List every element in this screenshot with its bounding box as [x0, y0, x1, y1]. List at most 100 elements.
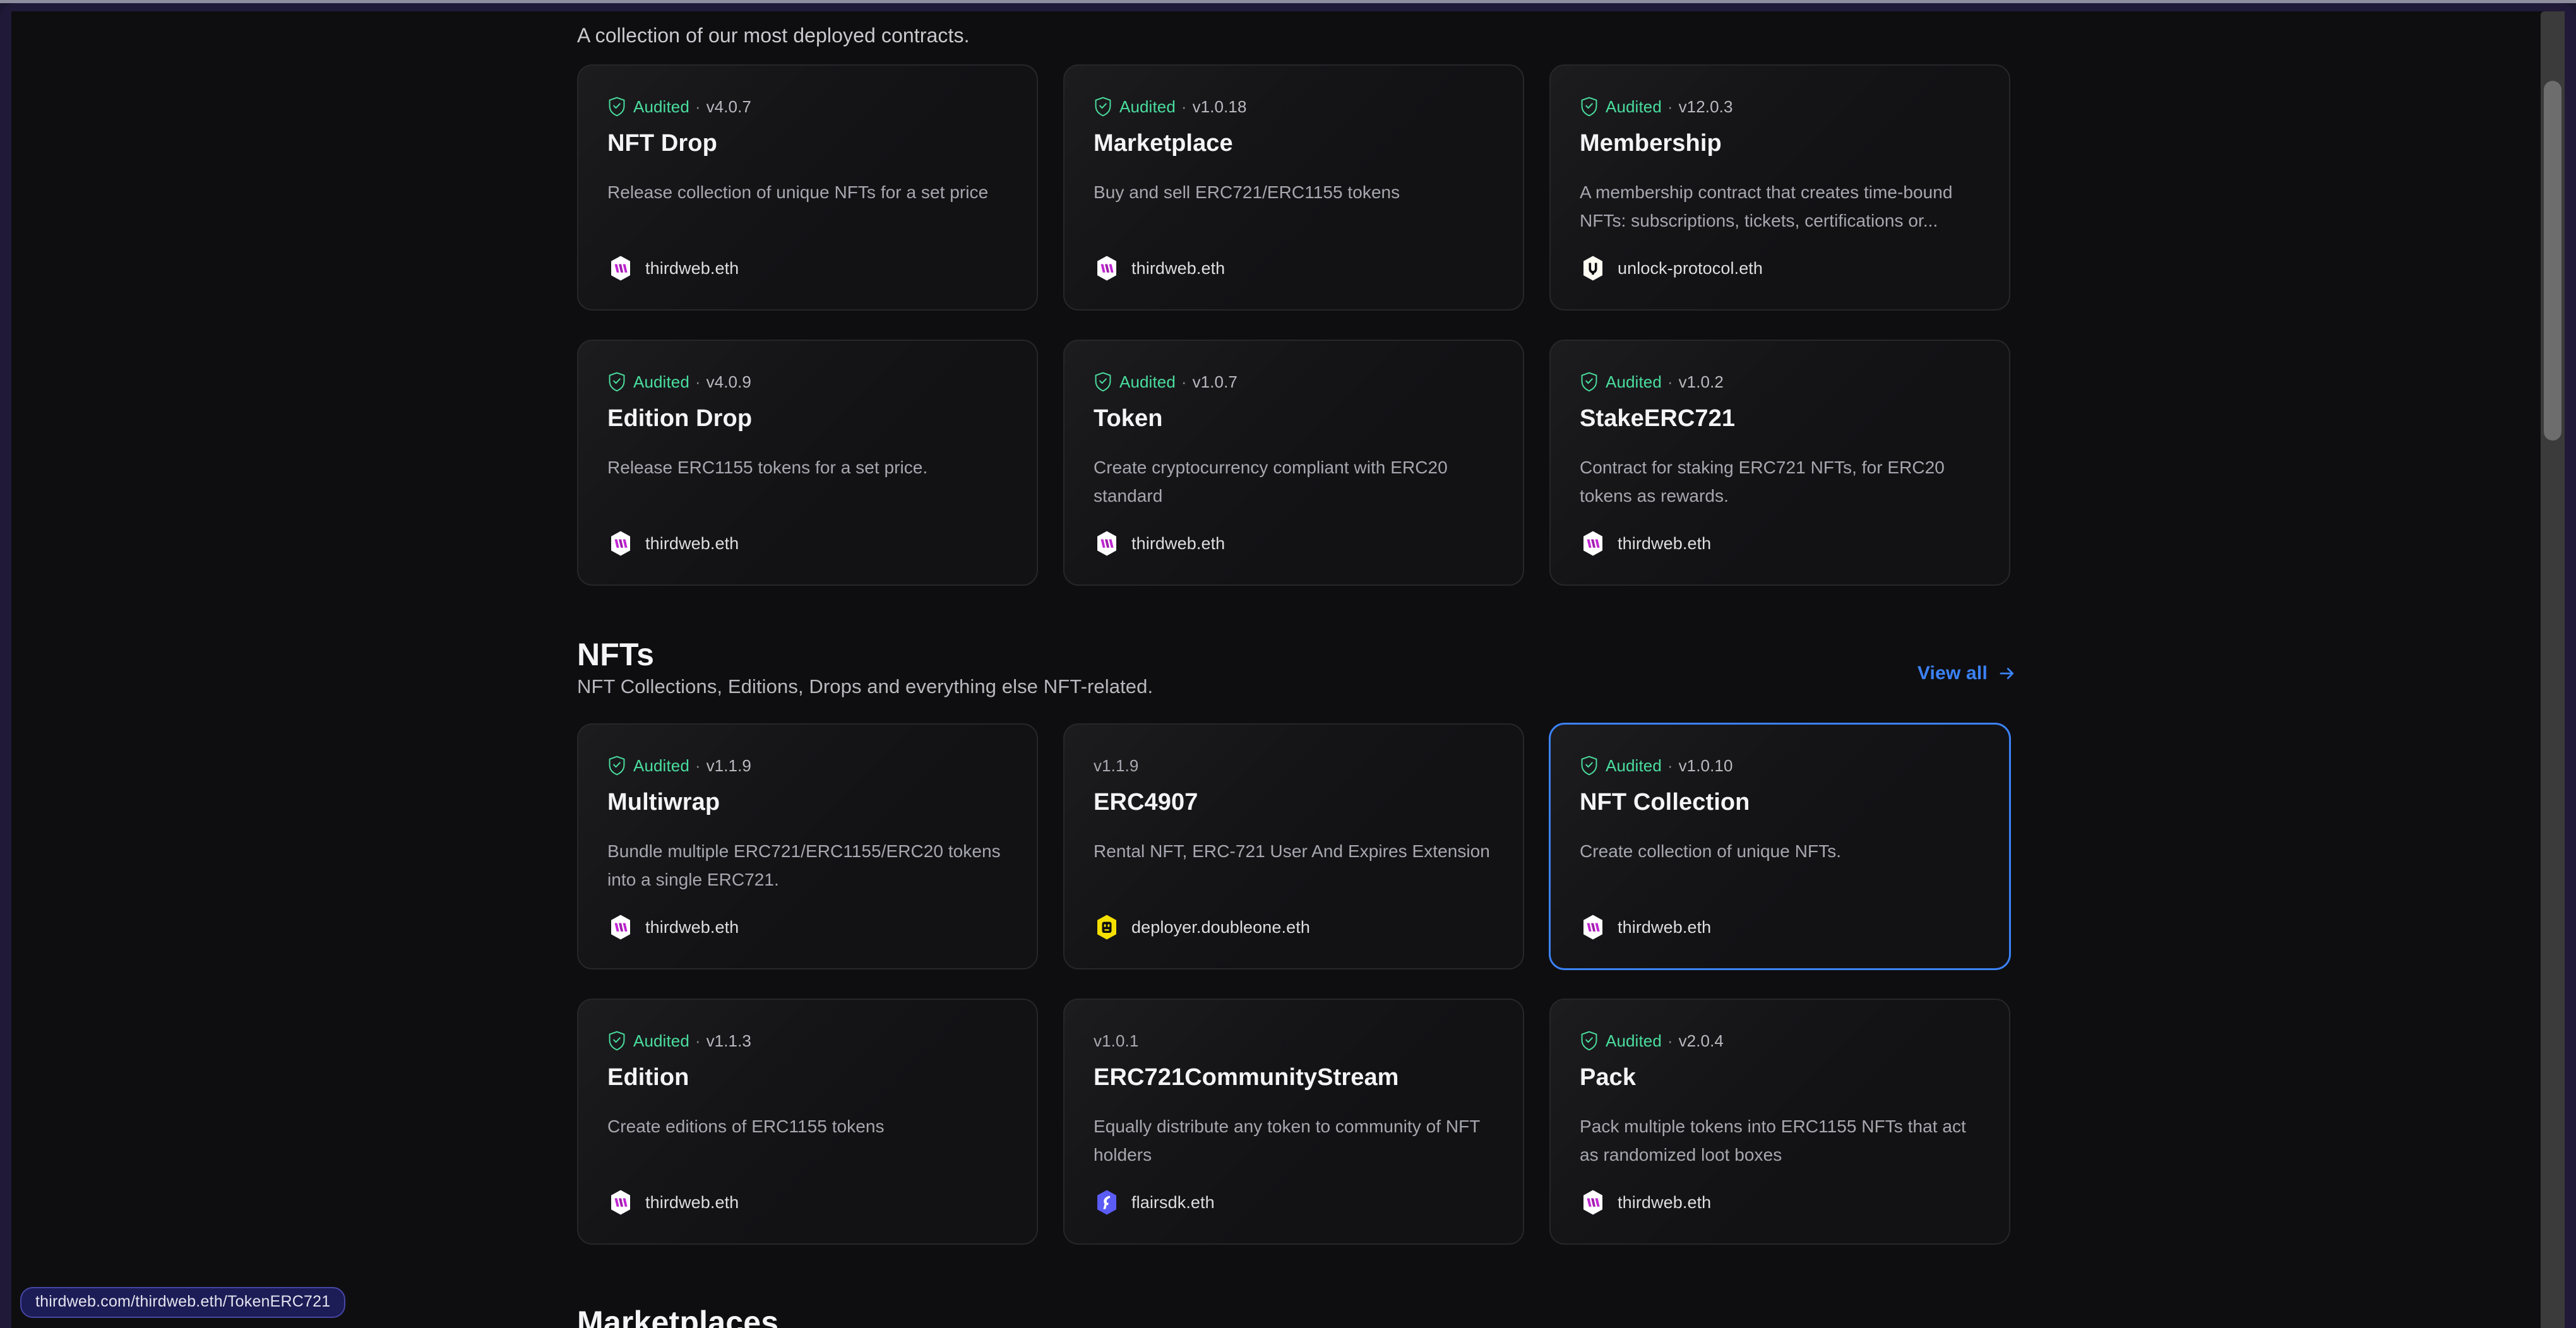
contract-publisher[interactable]: thirdweb.eth	[607, 914, 1008, 940]
contract-version-label: v1.1.9	[707, 756, 751, 776]
contract-publisher[interactable]: thirdweb.eth	[607, 530, 1008, 557]
shield-check-icon	[1094, 372, 1112, 392]
contract-publisher[interactable]: thirdweb.eth	[607, 255, 1008, 282]
contract-description: Create collection of unique NFTs.	[1580, 837, 1980, 865]
contract-card[interactable]: Audited·v1.0.10 NFT Collection Create co…	[1549, 723, 2010, 969]
contract-card[interactable]: Audited·v1.0.7 Token Create cryptocurren…	[1063, 340, 1524, 586]
link-status-tooltip: thirdweb.com/thirdweb.eth/TokenERC721	[20, 1287, 345, 1318]
contract-publisher[interactable]: thirdweb.eth	[607, 1189, 1008, 1216]
contract-version-label: v4.0.9	[707, 372, 751, 392]
nfts-contracts-grid: Audited·v1.1.9 Multiwrap Bundle multiple…	[577, 723, 2017, 1245]
nfts-view-all-link[interactable]: View all	[1917, 663, 2017, 684]
audited-badge-label: Audited	[1606, 372, 1662, 392]
contract-card[interactable]: v1.1.9 ERC4907 Rental NFT, ERC-721 User …	[1063, 723, 1524, 969]
page-content: A collection of our most deployed contra…	[11, 11, 2541, 1328]
card-meta-row: Audited·v1.0.2	[1580, 371, 1980, 393]
publisher-name: thirdweb.eth	[1618, 918, 1711, 937]
card-meta-row: Audited·v12.0.3	[1580, 96, 1980, 117]
contract-publisher[interactable]: thirdweb.eth	[1094, 255, 1494, 282]
audited-badge-label: Audited	[633, 756, 689, 776]
meta-separator-dot: ·	[1667, 97, 1673, 117]
contract-description: Create cryptocurrency compliant with ERC…	[1094, 453, 1494, 511]
contract-publisher[interactable]: thirdweb.eth	[1580, 914, 1980, 940]
meta-separator-dot: ·	[1181, 372, 1187, 392]
contract-publisher[interactable]: thirdweb.eth	[1094, 530, 1494, 557]
contract-card[interactable]: Audited·v1.0.2 StakeERC721 Contract for …	[1549, 340, 2010, 586]
contract-version-label: v1.1.3	[707, 1031, 751, 1051]
contract-description: Bundle multiple ERC721/ERC1155/ERC20 tok…	[607, 837, 1008, 894]
contract-publisher[interactable]: thirdweb.eth	[1580, 1189, 1980, 1216]
card-meta-row: Audited·v1.1.9	[607, 755, 1008, 776]
meta-separator-dot: ·	[695, 1031, 701, 1051]
meta-separator-dot: ·	[1667, 756, 1673, 776]
contract-version-label: v1.0.18	[1193, 97, 1247, 117]
publisher-name: thirdweb.eth	[645, 259, 739, 278]
page-viewport: A collection of our most deployed contra…	[11, 11, 2565, 1328]
contract-description: Pack multiple tokens into ERC1155 NFTs t…	[1580, 1112, 1980, 1170]
popular-section-subtitle: A collection of our most deployed contra…	[577, 24, 970, 47]
contract-title: Edition	[607, 1064, 1008, 1092]
vertical-scrollbar-thumb[interactable]	[2544, 81, 2561, 441]
contract-card[interactable]: Audited·v2.0.4 Pack Pack multiple tokens…	[1549, 999, 2010, 1245]
contract-publisher[interactable]: deployer.doubleone.eth	[1094, 914, 1494, 940]
audited-badge-label: Audited	[633, 97, 689, 117]
meta-separator-dot: ·	[1667, 372, 1673, 392]
contract-description: Rental NFT, ERC-721 User And Expires Ext…	[1094, 837, 1494, 865]
contract-card[interactable]: Audited · v1.1.3 Edition Create editions o…	[577, 999, 1038, 1245]
contract-description: Contract for staking ERC721 NFTs, for ER…	[1580, 453, 1980, 511]
nfts-section-title: NFTs	[577, 636, 654, 673]
contract-publisher[interactable]: unlock-protocol.eth	[1580, 255, 1980, 282]
contract-title: Marketplace	[1094, 130, 1494, 158]
flairsdk-avatar-icon	[1094, 1189, 1120, 1216]
card-meta-row: Audited·v2.0.4	[1580, 1030, 1980, 1052]
publisher-name: thirdweb.eth	[645, 1193, 739, 1212]
contract-card[interactable]: Audited·v1.0.18 Marketplace Buy and sell…	[1063, 64, 1524, 311]
publisher-name: thirdweb.eth	[1131, 259, 1225, 278]
contract-title: ERC4907	[1094, 789, 1494, 817]
contract-title: Token	[1094, 405, 1494, 433]
marketplaces-section-title: Marketplaces	[577, 1307, 2017, 1328]
card-meta-row: Audited·v4.0.9	[607, 371, 1008, 393]
contract-description: Release collection of unique NFTs for a …	[607, 178, 1008, 206]
view-all-label: View all	[1917, 663, 1988, 684]
shield-check-icon	[607, 372, 626, 392]
contract-title: Pack	[1580, 1064, 1980, 1092]
shield-check-icon	[1580, 1031, 1599, 1051]
thirdweb-avatar-icon	[1094, 530, 1120, 557]
card-meta-row: Audited·v4.0.7	[607, 96, 1008, 117]
publisher-name: thirdweb.eth	[1131, 534, 1225, 554]
contract-description: Equally distribute any token to communit…	[1094, 1112, 1494, 1170]
contract-version-label: v1.0.10	[1679, 756, 1733, 776]
shield-check-icon	[1580, 97, 1599, 117]
contract-description: Create editions of ERC1155 tokens	[607, 1112, 1008, 1141]
contract-card[interactable]: Audited·v12.0.3 Membership A membership …	[1549, 64, 2010, 311]
card-meta-row: Audited· v1.0.10	[1580, 755, 1980, 776]
contract-card[interactable]: Audited·v1.1.9 Multiwrap Bundle multiple…	[577, 723, 1038, 969]
shield-check-icon	[1580, 372, 1599, 392]
meta-separator-dot: ·	[1181, 97, 1187, 117]
contract-version-label: v1.0.7	[1193, 372, 1237, 392]
unlock-protocol-avatar-icon	[1580, 255, 1606, 282]
contract-publisher[interactable]: thirdweb.eth	[1580, 530, 1980, 557]
card-meta-row: v1.0.1	[1094, 1030, 1494, 1052]
contract-card[interactable]: v1.0.1 ERC721CommunityStream Equally dis…	[1063, 999, 1524, 1245]
thirdweb-avatar-icon	[1580, 530, 1606, 557]
audited-badge-label: Audited	[1119, 97, 1176, 117]
contract-version-label: v12.0.3	[1679, 97, 1733, 117]
vertical-scrollbar-track[interactable]	[2541, 11, 2565, 1328]
contract-version-label: v1.1.9	[1094, 756, 1138, 776]
audited-badge-label: Audited	[633, 1031, 689, 1051]
thirdweb-avatar-icon	[607, 914, 634, 940]
contract-card[interactable]: Audited·v4.0.7 NFT Drop Release collecti…	[577, 64, 1038, 311]
contract-version-label: v1.0.1	[1094, 1031, 1138, 1051]
shield-check-icon	[1094, 97, 1112, 117]
audited-badge-label: Audited	[633, 372, 689, 392]
thirdweb-avatar-icon	[1580, 1189, 1606, 1216]
nfts-section-header: NFTs NFT Collections, Editions, Drops an…	[577, 636, 2017, 703]
contract-publisher[interactable]: flairsdk.eth	[1094, 1189, 1494, 1216]
contract-card[interactable]: Audited·v4.0.9 Edition Drop Release ERC1…	[577, 340, 1038, 586]
audited-badge-label: Audited	[1606, 1031, 1662, 1051]
audited-badge-label: Audited	[1606, 756, 1662, 776]
publisher-name: flairsdk.eth	[1131, 1193, 1215, 1212]
contract-title: Edition Drop	[607, 405, 1008, 433]
